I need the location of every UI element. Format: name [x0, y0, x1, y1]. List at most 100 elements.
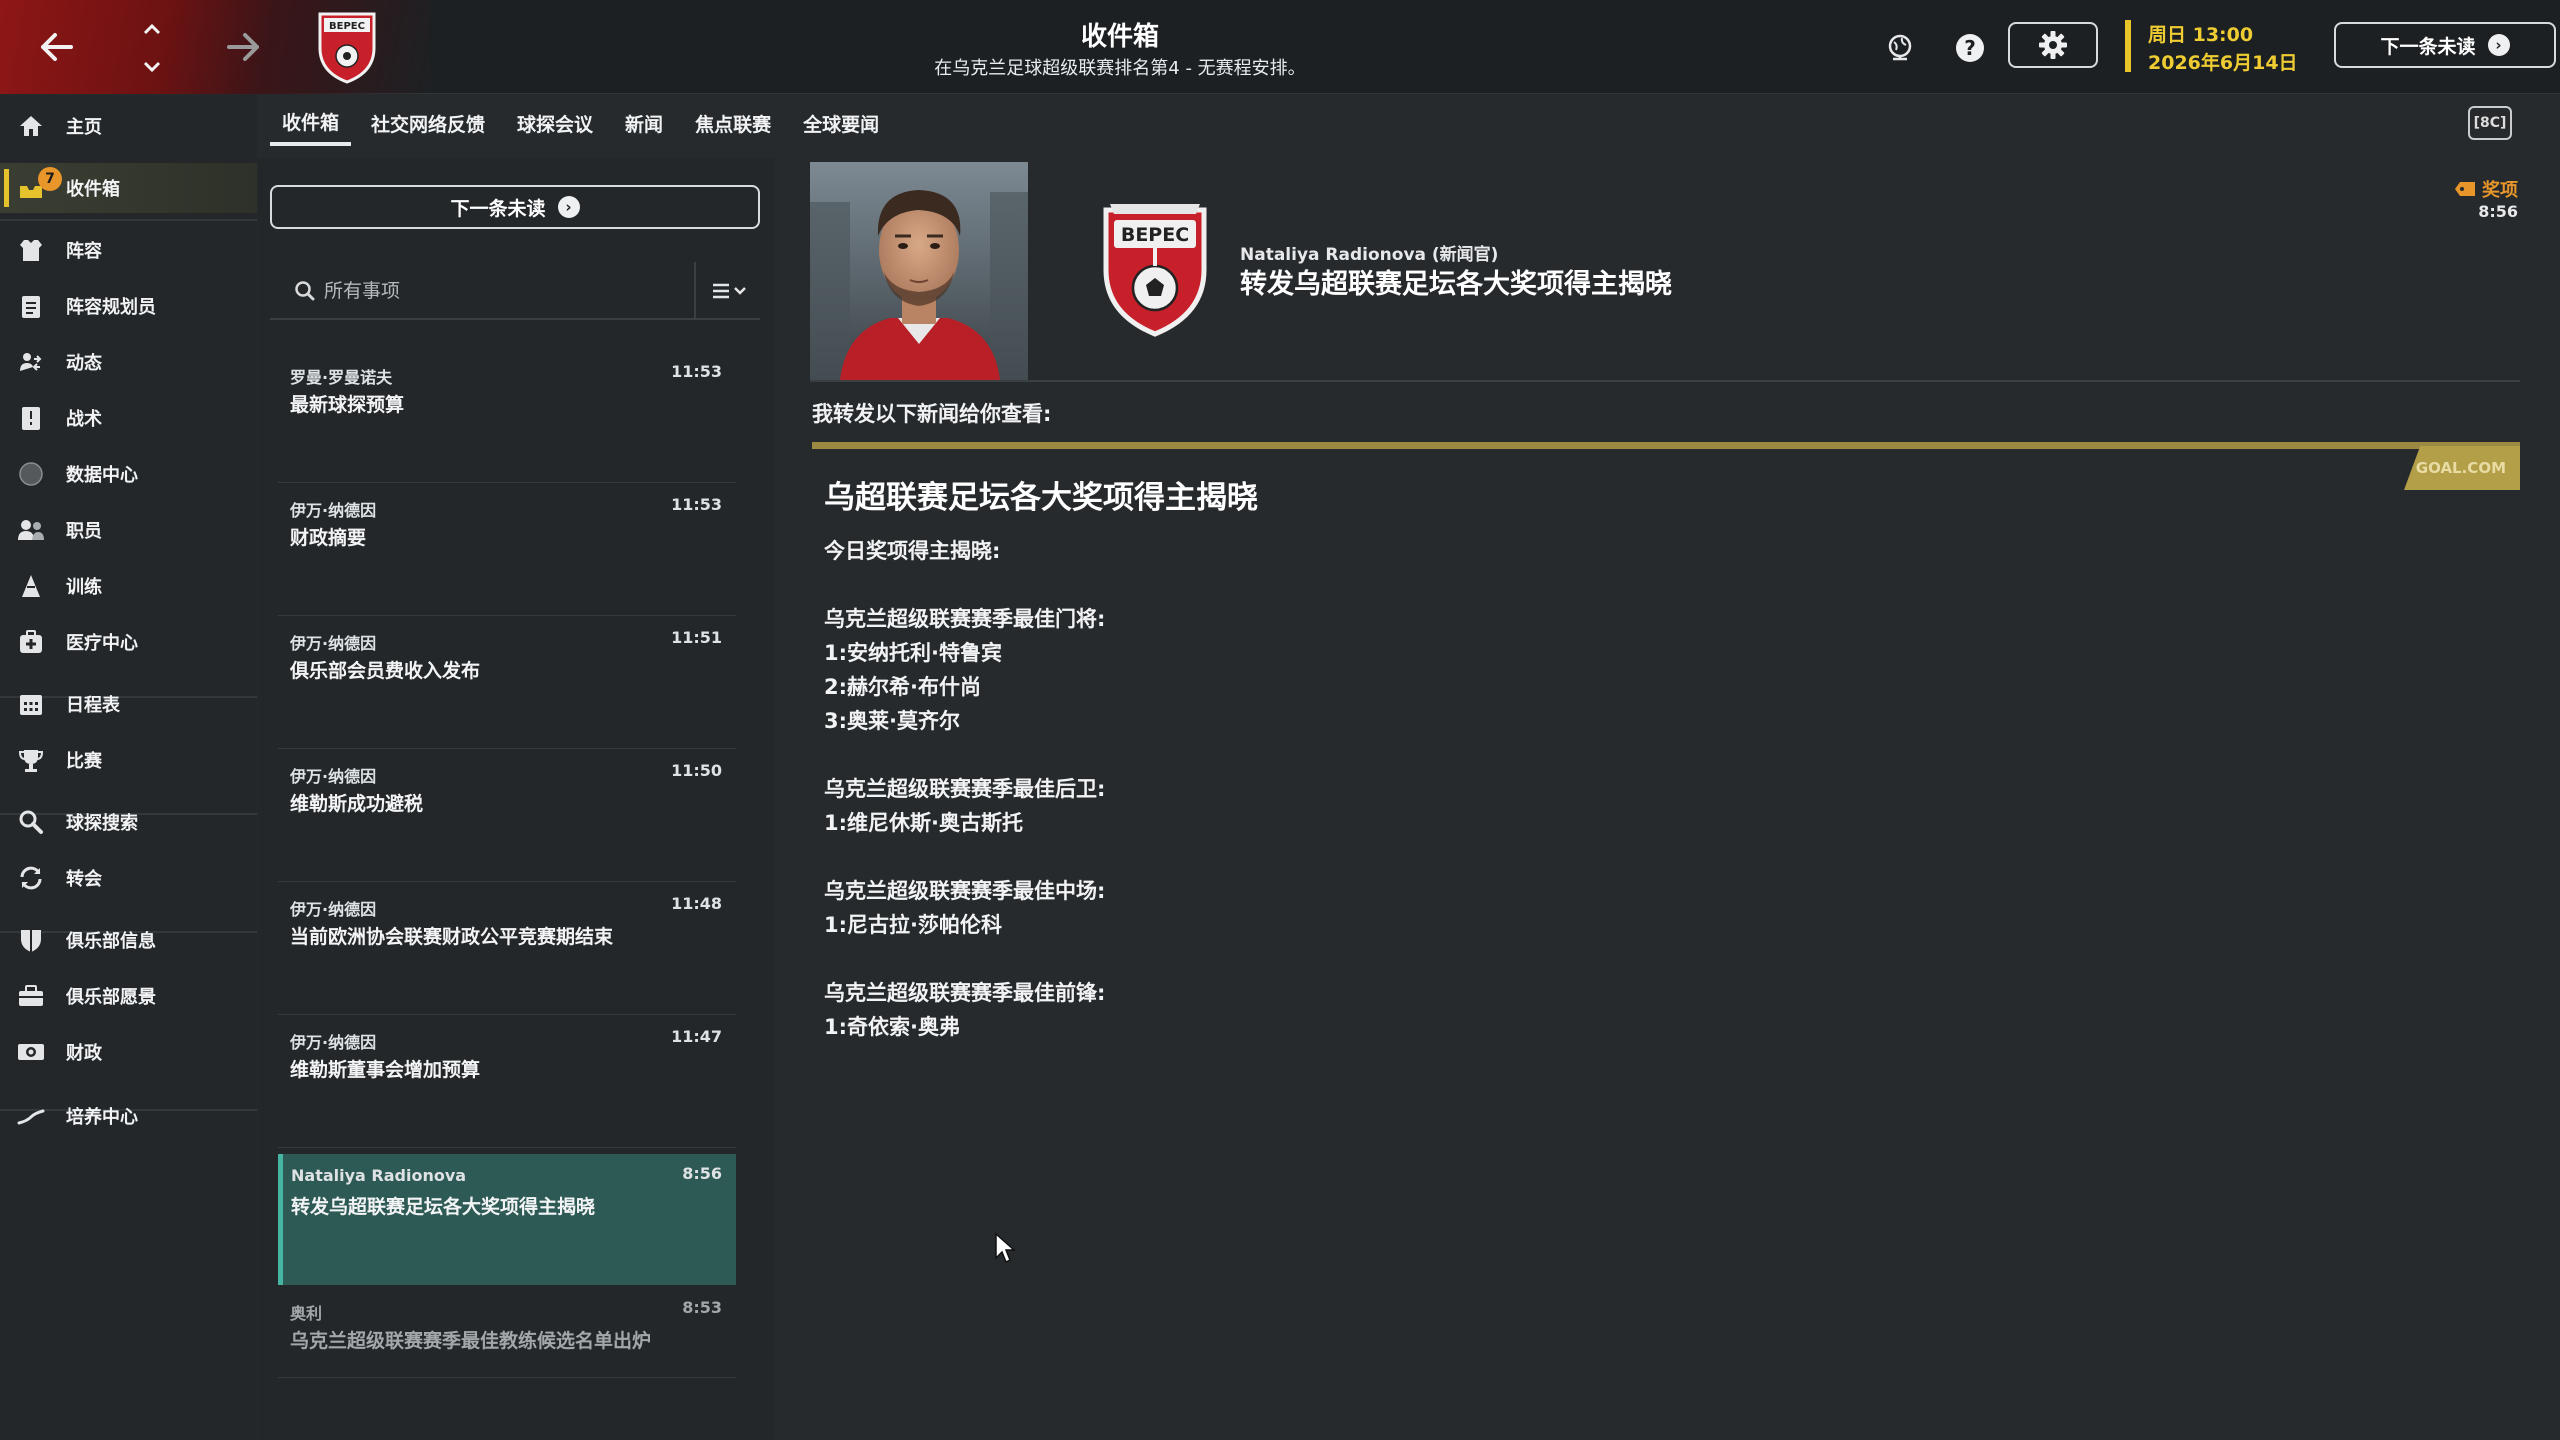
tab-news[interactable]: 新闻 [613, 100, 675, 146]
next-unread-button-top[interactable]: 下一条未读 › [2334, 22, 2556, 68]
shield-icon [16, 925, 46, 955]
forward-note: 我转发以下新闻给你查看: [812, 402, 1052, 426]
sidebar-item-medical[interactable]: 医疗中心 [0, 617, 257, 667]
sidebar-item-finances[interactable]: 财政 [0, 1027, 257, 1077]
article-accent-bar [812, 442, 2520, 449]
mouse-cursor-icon [995, 1232, 1016, 1264]
sidebar-item-scouting[interactable]: 球探搜索 [0, 797, 257, 847]
layout-toggle-icon[interactable]: [8C] [2468, 106, 2512, 140]
date-full: 2026年6月14日 [2148, 52, 2298, 74]
sidebar-item-schedule[interactable]: 日程表 [0, 679, 257, 729]
inbox-icon: 7 [16, 167, 62, 203]
squad-icon [16, 235, 46, 265]
sidebar: 主页 7 收件箱 阵容 阵容规划员 动态 战术 数据中心 职员 训练 医疗中心 [0, 95, 257, 1440]
list-item[interactable]: 伊万·纳德因 11:50 维勒斯成功避税 [278, 751, 736, 882]
list-item[interactable]: 伊万·纳德因 11:51 俱乐部会员费收入发布 [278, 618, 736, 749]
svg-text:ВЕРЕС: ВЕРЕС [1121, 224, 1189, 246]
list-item[interactable]: 伊万·纳德因 11:53 财政摘要 [278, 485, 736, 616]
club-badge: ВЕРЕС [1100, 198, 1210, 338]
top-bar: ВЕРЕС 收件箱 在乌克兰足球超级联赛排名第4 - 无赛程安排。 ? 周日 1… [0, 0, 2560, 94]
arrow-right-icon: › [2487, 34, 2510, 56]
source-tag[interactable]: GOAL.COM [2404, 446, 2520, 490]
message-content-panel: ВЕРЕС Nataliya Radionova (新闻官) 转发乌超联赛足坛各… [790, 158, 2560, 1440]
list-item-selected[interactable]: Nataliya Radionova 8:56 转发乌超联赛足坛各大奖项得主揭晓 [278, 1154, 736, 1285]
list-item[interactable]: 伊万·纳德因 11:48 当前欧洲协会联赛财政公平竞赛期结束 [278, 884, 736, 1015]
article-gap [824, 738, 2324, 772]
sidebar-item-inbox[interactable]: 7 收件箱 [0, 163, 257, 213]
tab-scout-meetings[interactable]: 球探会议 [505, 100, 605, 146]
article-line: 今日奖项得主揭晓: [824, 539, 1001, 563]
article-line: 1:安纳托利·特鲁宾 [824, 641, 1002, 665]
training-icon [16, 571, 46, 601]
dynamics-icon [16, 347, 46, 377]
list-item[interactable]: 罗曼·罗曼诺夫 11:53 最新球探预算 [278, 352, 736, 483]
transfer-icon [16, 863, 46, 893]
article-line: 1:尼古拉·莎帕伦科 [824, 913, 1002, 937]
article-line: 2:赫尔希·布什尚 [824, 675, 981, 699]
article-line: 乌克兰超级联赛赛季最佳前锋: [824, 981, 1106, 1005]
article-body: 今日奖项得主揭晓: 乌克兰超级联赛赛季最佳门将: 1:安纳托利·特鲁宾 2:赫尔… [824, 534, 2324, 1044]
calendar-icon [16, 689, 46, 719]
sidebar-item-transfers[interactable]: 转会 [0, 853, 257, 903]
message-time: 8:56 [2478, 202, 2518, 221]
sidebar-item-squad-planner[interactable]: 阵容规划员 [0, 281, 257, 331]
nav-divider [0, 219, 257, 221]
sidebar-item-training[interactable]: 训练 [0, 561, 257, 611]
sidebar-item-data-hub[interactable]: 数据中心 [0, 449, 257, 499]
sidebar-item-staff[interactable]: 职员 [0, 505, 257, 555]
development-icon [16, 1101, 46, 1131]
article-line: 乌克兰超级联赛赛季最佳中场: [824, 879, 1106, 903]
tab-focus-leagues[interactable]: 焦点联赛 [683, 100, 783, 146]
sidebar-item-competitions[interactable]: 比赛 [0, 735, 257, 785]
search-icon [295, 281, 315, 301]
settings-button[interactable] [2008, 22, 2098, 68]
message-list-panel: 下一条未读 › 罗曼·罗曼诺夫 11:53 最新球探预算 伊万·纳德因 11:5… [258, 158, 1009, 1440]
search-row [270, 262, 760, 320]
money-icon [16, 1037, 46, 1067]
trophy-icon [16, 745, 46, 775]
date-day: 周日 13:00 [2148, 24, 2254, 46]
help-icon[interactable]: ? [1948, 26, 1992, 70]
svg-text:?: ? [1964, 36, 1976, 60]
next-unread-button[interactable]: 下一条未读 › [270, 185, 760, 229]
sidebar-item-tactics[interactable]: 战术 [0, 393, 257, 443]
date-accent-bar [2125, 20, 2131, 72]
list-item[interactable]: 伊万·纳德因 11:47 维勒斯董事会增加预算 [278, 1017, 736, 1148]
article-line: 乌克兰超级联赛赛季最佳门将: [824, 607, 1106, 631]
article-gap [824, 942, 2324, 976]
sidebar-item-development[interactable]: 培养中心 [0, 1091, 257, 1141]
next-unread-label: 下一条未读 [450, 197, 546, 220]
message-title: 转发乌超联赛足坛各大奖项得主揭晓 [1240, 269, 1672, 300]
staff-icon [16, 515, 46, 545]
tab-global-news[interactable]: 全球要闻 [791, 100, 891, 146]
sidebar-item-home[interactable]: 主页 [0, 101, 257, 151]
article-line: 乌克兰超级联赛赛季最佳后卫: [824, 777, 1106, 801]
list-item[interactable]: 奥利 8:53 乌克兰超级联赛赛季最佳教练候选名单出炉 [278, 1288, 736, 1378]
inbox-count-badge: 7 [38, 167, 62, 191]
divider [810, 380, 2520, 382]
sidebar-item-squad[interactable]: 阵容 [0, 225, 257, 275]
category-tag-label: 奖项 [2482, 180, 2518, 201]
clipboard-icon [16, 291, 46, 321]
article-line: 3:奥莱·莫齐尔 [824, 709, 960, 733]
medical-icon [16, 627, 46, 657]
filter-menu-button[interactable] [706, 274, 756, 308]
home-icon [16, 111, 46, 141]
sender-portrait [810, 162, 1028, 380]
world-icon[interactable] [1878, 26, 1922, 70]
tab-social-feedback[interactable]: 社交网络反馈 [359, 100, 497, 146]
tag-icon [2455, 182, 2475, 196]
next-unread-label: 下一条未读 [2380, 35, 2476, 58]
search-input[interactable] [324, 272, 624, 310]
article-line: 1:奇依索·奥弗 [824, 1015, 960, 1039]
category-tag[interactable]: 奖项 [2454, 176, 2518, 202]
news-article-header: GOAL.COM [812, 442, 2520, 490]
sidebar-item-club-info[interactable]: 俱乐部信息 [0, 915, 257, 965]
tactics-icon [16, 403, 46, 433]
sidebar-item-dynamics[interactable]: 动态 [0, 337, 257, 387]
briefcase-icon [16, 981, 46, 1011]
sidebar-item-club-vision[interactable]: 俱乐部愿景 [0, 971, 257, 1021]
article-gap [824, 568, 2324, 602]
search-icon [16, 807, 46, 837]
tab-inbox[interactable]: 收件箱 [270, 100, 352, 146]
